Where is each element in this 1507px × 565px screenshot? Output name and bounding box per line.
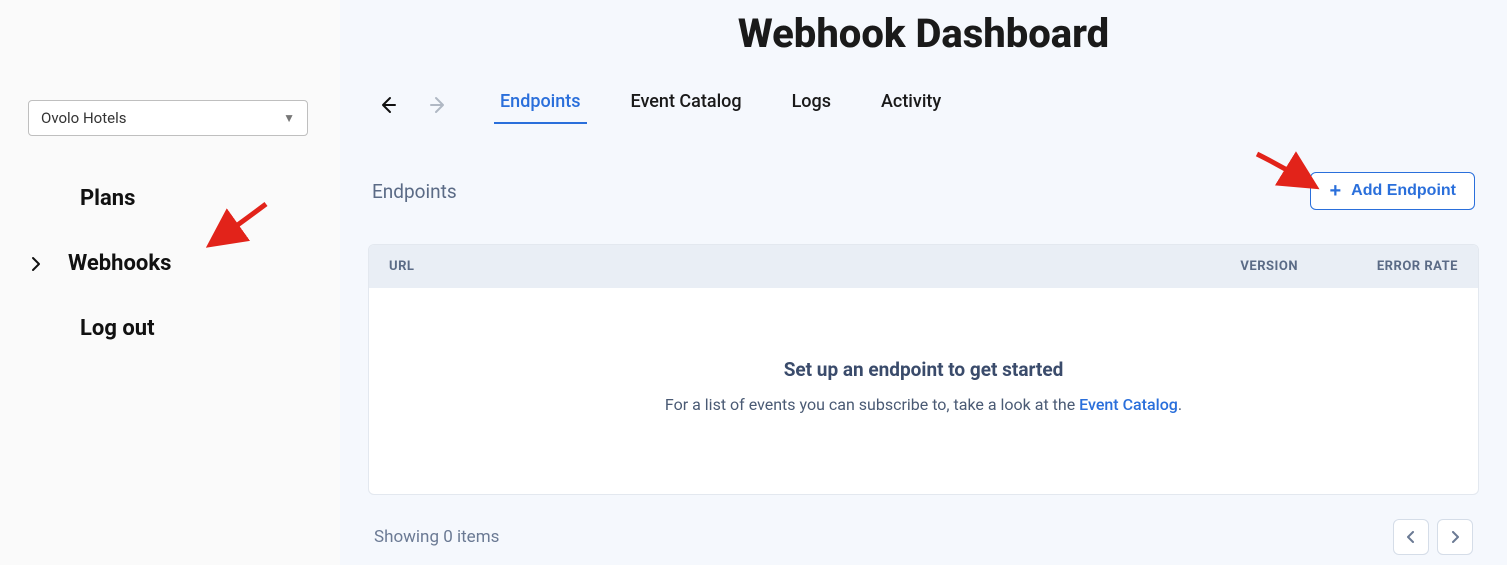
table-header: URL VERSION ERROR RATE [369,245,1478,288]
org-selector-value: Ovolo Hotels [41,109,126,127]
tab-activity[interactable]: Activity [875,85,947,124]
pager: Showing 0 items [368,519,1479,555]
col-url: URL [389,259,1168,274]
tab-endpoints[interactable]: Endpoints [494,85,587,124]
sidebar: Ovolo Hotels ▼ Plans Webhooks Log out [0,0,340,565]
chevron-right-icon [1449,531,1461,543]
sidebar-item-label: Plans [80,186,135,211]
section-header: Endpoints + Add Endpoint [368,172,1479,210]
sidebar-item-label: Webhooks [68,251,171,276]
sidebar-item-plans[interactable]: Plans [28,166,312,231]
empty-desc-post: . [1178,395,1182,414]
tabs-row: Endpoints Event Catalog Logs Activity [368,85,1479,124]
sidebar-item-label: Log out [80,316,155,341]
pager-buttons [1393,519,1473,555]
add-endpoint-button[interactable]: + Add Endpoint [1310,172,1475,210]
sidebar-item-webhooks[interactable]: Webhooks [28,231,312,296]
history-back-icon[interactable] [374,91,402,119]
pager-prev-button[interactable] [1393,519,1429,555]
chevron-left-icon [1405,531,1417,543]
col-version: VERSION [1168,259,1298,274]
pager-label: Showing 0 items [374,527,499,547]
tab-logs[interactable]: Logs [786,85,837,124]
caret-down-icon: ▼ [283,111,295,125]
org-selector[interactable]: Ovolo Hotels ▼ [28,100,308,136]
plus-icon: + [1329,181,1341,201]
page-title: Webhook Dashboard [368,0,1479,85]
add-endpoint-label: Add Endpoint [1351,182,1456,200]
chevron-right-icon [28,256,68,272]
event-catalog-link[interactable]: Event Catalog [1079,395,1178,414]
empty-state-desc: For a list of events you can subscribe t… [389,395,1458,414]
sidebar-nav: Plans Webhooks Log out [28,166,312,361]
tab-event-catalog[interactable]: Event Catalog [625,85,748,124]
main-content: Webhook Dashboard Endpoints Event Catalo… [340,0,1507,565]
empty-desc-pre: For a list of events you can subscribe t… [665,395,1079,414]
tabs: Endpoints Event Catalog Logs Activity [494,85,947,124]
section-title: Endpoints [372,180,457,203]
sidebar-item-logout[interactable]: Log out [28,296,312,361]
empty-state-title: Set up an endpoint to get started [389,358,1458,381]
pager-next-button[interactable] [1437,519,1473,555]
col-error-rate: ERROR RATE [1298,259,1458,274]
table-empty-state: Set up an endpoint to get started For a … [369,288,1478,494]
endpoints-table: URL VERSION ERROR RATE Set up an endpoin… [368,244,1479,495]
history-forward-icon[interactable] [424,91,452,119]
